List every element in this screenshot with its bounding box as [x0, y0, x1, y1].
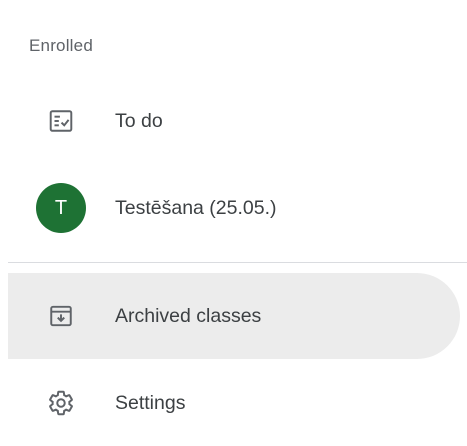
nav-item-todo[interactable]: To do [8, 78, 460, 164]
nav-item-label: To do [115, 109, 163, 132]
divider [8, 262, 467, 263]
nav-item-class-testesana[interactable]: T Testēšana (25.05.) [8, 165, 460, 251]
navigation-drawer: Enrolled To do T Testēšana (25.05.) Arch… [0, 0, 467, 444]
section-label-enrolled: Enrolled [29, 36, 93, 55]
nav-item-settings[interactable]: Settings [8, 360, 460, 446]
nav-item-label: Settings [115, 391, 186, 414]
nav-item-archived-classes[interactable]: Archived classes [8, 273, 460, 359]
archive-icon [36, 291, 86, 341]
nav-item-label: Testēšana (25.05.) [115, 196, 277, 219]
nav-item-label: Archived classes [115, 304, 262, 327]
avatar: T [36, 183, 86, 233]
class-avatar-wrap: T [36, 183, 86, 233]
gear-icon [36, 378, 86, 428]
todo-list-icon [36, 96, 86, 146]
